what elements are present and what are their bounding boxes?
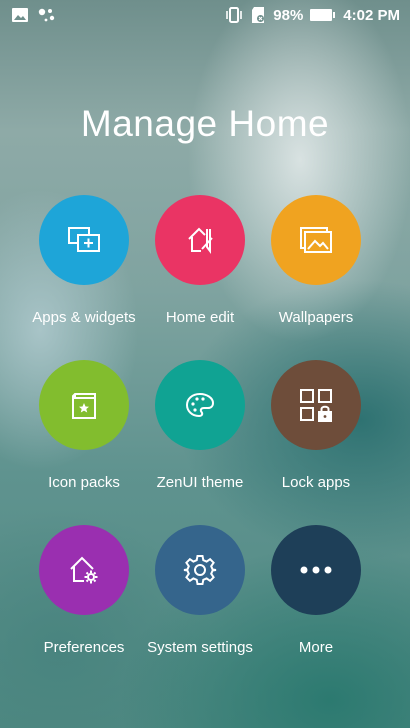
tile-label: System settings (147, 638, 253, 656)
tile-label: Apps & widgets (32, 308, 136, 326)
home-edit-icon (185, 225, 215, 255)
preferences-circle (39, 525, 129, 615)
assistant-icon (38, 7, 56, 23)
battery-percent: 98% (273, 6, 304, 24)
apps-widgets-icon (67, 226, 101, 254)
apps-widgets-button[interactable]: Apps & widgets (26, 195, 142, 335)
clock: 4:02 PM (343, 6, 400, 24)
lock-apps-circle (271, 360, 361, 450)
icon-packs-button[interactable]: Icon packs (26, 360, 142, 500)
lock-apps-icon (299, 388, 333, 422)
sd-card-icon (250, 6, 266, 24)
more-button[interactable]: More (258, 525, 374, 665)
palette-icon (184, 391, 216, 419)
wallpapers-button[interactable]: Wallpapers (258, 195, 374, 335)
tile-label: ZenUI theme (156, 473, 244, 491)
gallery-icon (12, 8, 28, 22)
more-circle (271, 525, 361, 615)
icon-packs-icon (69, 389, 99, 421)
lock-apps-button[interactable]: Lock apps (258, 360, 374, 500)
wallpapers-icon (299, 226, 333, 254)
tile-label: Lock apps (281, 473, 351, 491)
zenui-theme-button[interactable]: ZenUI theme (142, 360, 258, 500)
tile-label: More (298, 638, 334, 656)
zenui-theme-circle (155, 360, 245, 450)
wallpapers-circle (271, 195, 361, 285)
home-edit-circle (155, 195, 245, 285)
tile-label: Preferences (43, 638, 125, 656)
status-bar-left (12, 7, 56, 23)
apps-widgets-circle (39, 195, 129, 285)
vibrate-icon (225, 6, 243, 24)
system-settings-circle (155, 525, 245, 615)
system-settings-button[interactable]: System settings (142, 525, 258, 665)
page-title: Manage Home (80, 103, 330, 144)
more-dots-icon (299, 566, 333, 574)
tile-label: Icon packs (48, 473, 120, 491)
icon-packs-circle (39, 360, 129, 450)
status-bar: 98% 4:02 PM (0, 0, 410, 30)
status-bar-right: 98% 4:02 PM (225, 6, 400, 24)
manage-home-grid: Apps & widgets Home edit Wallpapers Icon… (26, 195, 386, 665)
home-settings-icon (68, 554, 100, 586)
gear-icon (183, 553, 217, 587)
tile-label: Home edit (165, 308, 235, 326)
battery-icon (310, 9, 336, 21)
home-edit-button[interactable]: Home edit (142, 195, 258, 335)
preferences-button[interactable]: Preferences (26, 525, 142, 665)
tile-label: Wallpapers (278, 308, 354, 326)
